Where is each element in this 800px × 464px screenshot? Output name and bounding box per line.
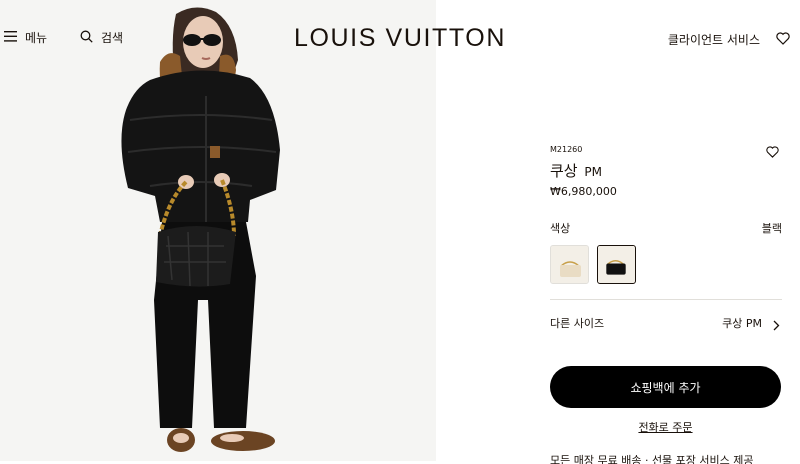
phone-order-link[interactable]: 전화로 주문: [550, 419, 781, 435]
product-name: 쿠상 PM: [550, 160, 602, 181]
product-sku: M21260: [550, 145, 583, 154]
color-value: 블랙: [761, 222, 782, 235]
product-size-text: PM: [584, 165, 602, 179]
black-bag-thumbnail: [598, 246, 634, 282]
add-to-cart-button[interactable]: 쇼핑백에 추가: [550, 366, 781, 408]
other-sizes-value: 쿠상 PM: [722, 317, 762, 330]
color-label: 색상: [550, 222, 571, 235]
shipping-info-text: 모든 매장 무료 배송 · 선물 포장 서비스 제공: [550, 454, 754, 464]
divider: [550, 299, 782, 300]
swatch-black[interactable]: [597, 245, 636, 284]
site-header: 메뉴 검색 LOUIS VUITTON 클라이언트 서비스: [0, 0, 800, 76]
client-services-link[interactable]: 클라이언트 서비스: [668, 31, 760, 48]
product-name-text: 쿠상: [550, 162, 578, 180]
cream-bag-thumbnail: [551, 246, 588, 283]
other-sizes-row[interactable]: 다른 사이즈 쿠상 PM: [550, 315, 782, 333]
product-price: ₩6,980,000: [550, 185, 617, 198]
add-to-wishlist-heart-icon[interactable]: [766, 143, 779, 162]
chevron-right-icon: [772, 316, 780, 335]
other-sizes-label: 다른 사이즈: [550, 317, 605, 330]
swatch-cream[interactable]: [550, 245, 589, 284]
wishlist-heart-icon[interactable]: [776, 30, 790, 49]
color-swatches: [550, 245, 636, 284]
